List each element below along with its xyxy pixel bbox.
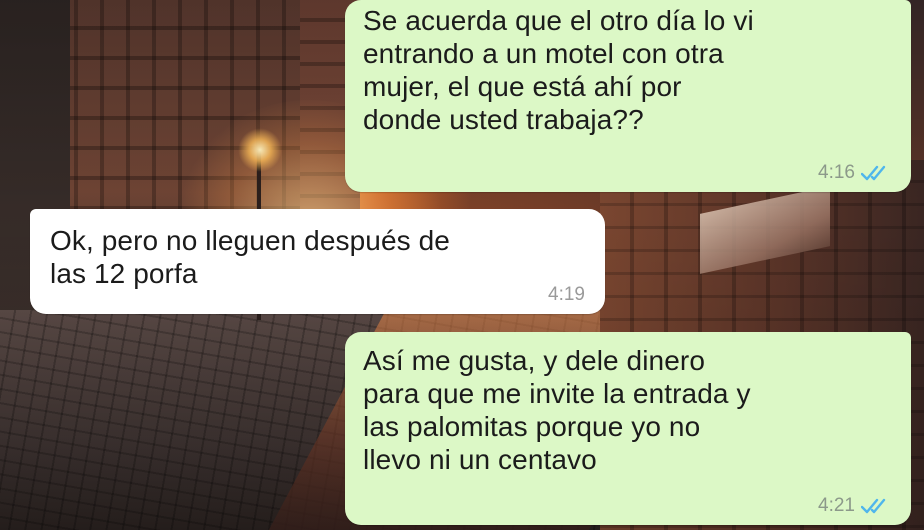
- message-bubble-outgoing[interactable]: Se acuerda que el otro día lo vi entrand…: [345, 0, 911, 192]
- message-text: Se acuerda que el otro día lo vi entrand…: [363, 5, 754, 135]
- message-bubble-incoming[interactable]: Ok, pero no lleguen después de las 12 po…: [30, 209, 605, 314]
- message-meta: 4:21: [818, 495, 891, 517]
- message-time: 4:21: [818, 495, 855, 516]
- double-check-read-icon: [861, 498, 886, 514]
- message-text: Ok, pero no lleguen después de las 12 po…: [50, 225, 450, 289]
- message-time: 4:19: [548, 284, 585, 305]
- double-check-read-icon: [861, 165, 886, 181]
- message-text: Así me gusta, y dele dinero para que me …: [363, 345, 751, 475]
- message-time: 4:16: [818, 162, 855, 183]
- message-meta: 4:16: [818, 162, 891, 184]
- message-meta: 4:19: [548, 284, 585, 306]
- message-bubble-outgoing[interactable]: Así me gusta, y dele dinero para que me …: [345, 332, 911, 525]
